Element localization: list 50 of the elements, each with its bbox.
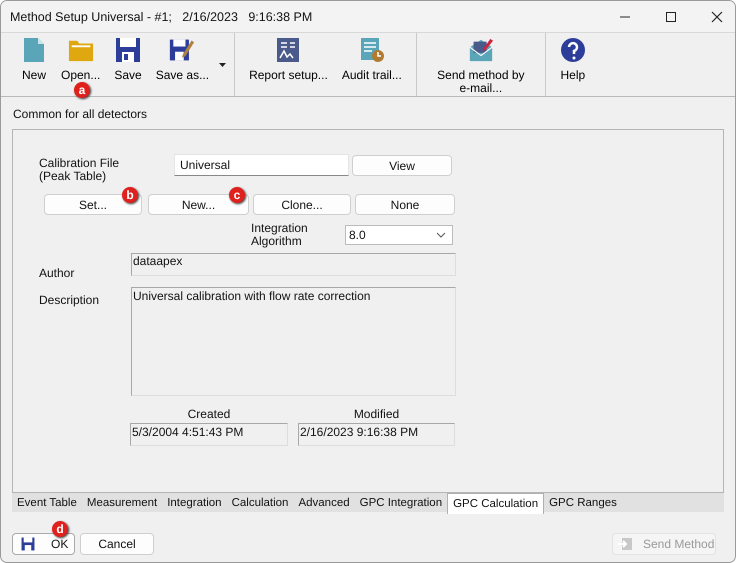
report-icon: [275, 37, 302, 63]
callout-badge: d: [52, 521, 68, 537]
toolbar-button[interactable]: Report setup...: [243, 37, 334, 82]
description-field: Universal calibration with flow rate correction: [131, 287, 456, 396]
floppy-pencil-icon: [169, 37, 196, 63]
toolbar-button[interactable]: Send method by e-mail...: [424, 37, 537, 95]
arrow-into-box-icon: [617, 537, 633, 551]
tab[interactable]: GPC Ranges: [544, 493, 622, 512]
tab[interactable]: Measurement: [82, 493, 162, 512]
toolbar-button[interactable]: Save as...: [150, 37, 216, 82]
cancel-button[interactable]: Cancel: [80, 533, 154, 555]
tab[interactable]: Event Table: [12, 493, 82, 512]
toolbar-button[interactable]: Help: [554, 37, 592, 82]
field-label: Integration Algorithm: [251, 222, 309, 248]
date-field: 2/16/2023 9:16:38 PM: [298, 423, 455, 446]
section-title: Common for all detectors: [12, 106, 148, 123]
calibration-button[interactable]: Clone...: [253, 194, 351, 215]
toolbar-button[interactable]: New: [15, 37, 53, 82]
field-label: Author: [39, 267, 76, 280]
dropdown[interactable]: 8.0: [345, 225, 453, 245]
caret-icon[interactable]: [219, 63, 226, 67]
callout-badge: c: [229, 187, 245, 203]
window-title: Method Setup Universal - #1; 2/16/2023 9:16:38 PM: [10, 10, 312, 24]
chevron-icon: [436, 232, 446, 238]
tab[interactable]: Advanced: [293, 493, 355, 512]
field-label: Calibration File (Peak Table): [39, 157, 120, 183]
calibration-button[interactable]: None: [355, 194, 455, 215]
callout-badge: a: [74, 82, 90, 98]
date-field: 5/3/2004 4:51:43 PM: [130, 423, 288, 446]
tab[interactable]: Integration: [162, 493, 227, 512]
maximize-icon[interactable]: [665, 10, 677, 22]
help-icon: [560, 37, 586, 63]
tab[interactable]: Calculation: [226, 493, 294, 512]
author-field: dataapex: [131, 253, 456, 276]
tab[interactable]: GPC Integration: [354, 493, 448, 512]
document-clock-icon: [358, 37, 385, 63]
toolbar-button[interactable]: Audit trail...: [336, 37, 408, 82]
input-field[interactable]: Universal: [174, 154, 349, 176]
ok-button[interactable]: OK: [12, 533, 75, 555]
callout-badge: b: [122, 187, 138, 203]
tab[interactable]: GPC Calculation: [447, 493, 544, 514]
field-label: Modified: [354, 407, 400, 421]
toolbar-button[interactable]: Open...: [55, 37, 106, 82]
envelope-pencil-icon: [468, 37, 494, 63]
field-label: Description: [39, 294, 100, 307]
close-icon[interactable]: [711, 10, 723, 22]
toolbar-button[interactable]: Save: [108, 37, 148, 82]
view-button[interactable]: View: [352, 155, 452, 176]
field-label: Created: [188, 407, 230, 421]
document-icon: [21, 37, 47, 63]
